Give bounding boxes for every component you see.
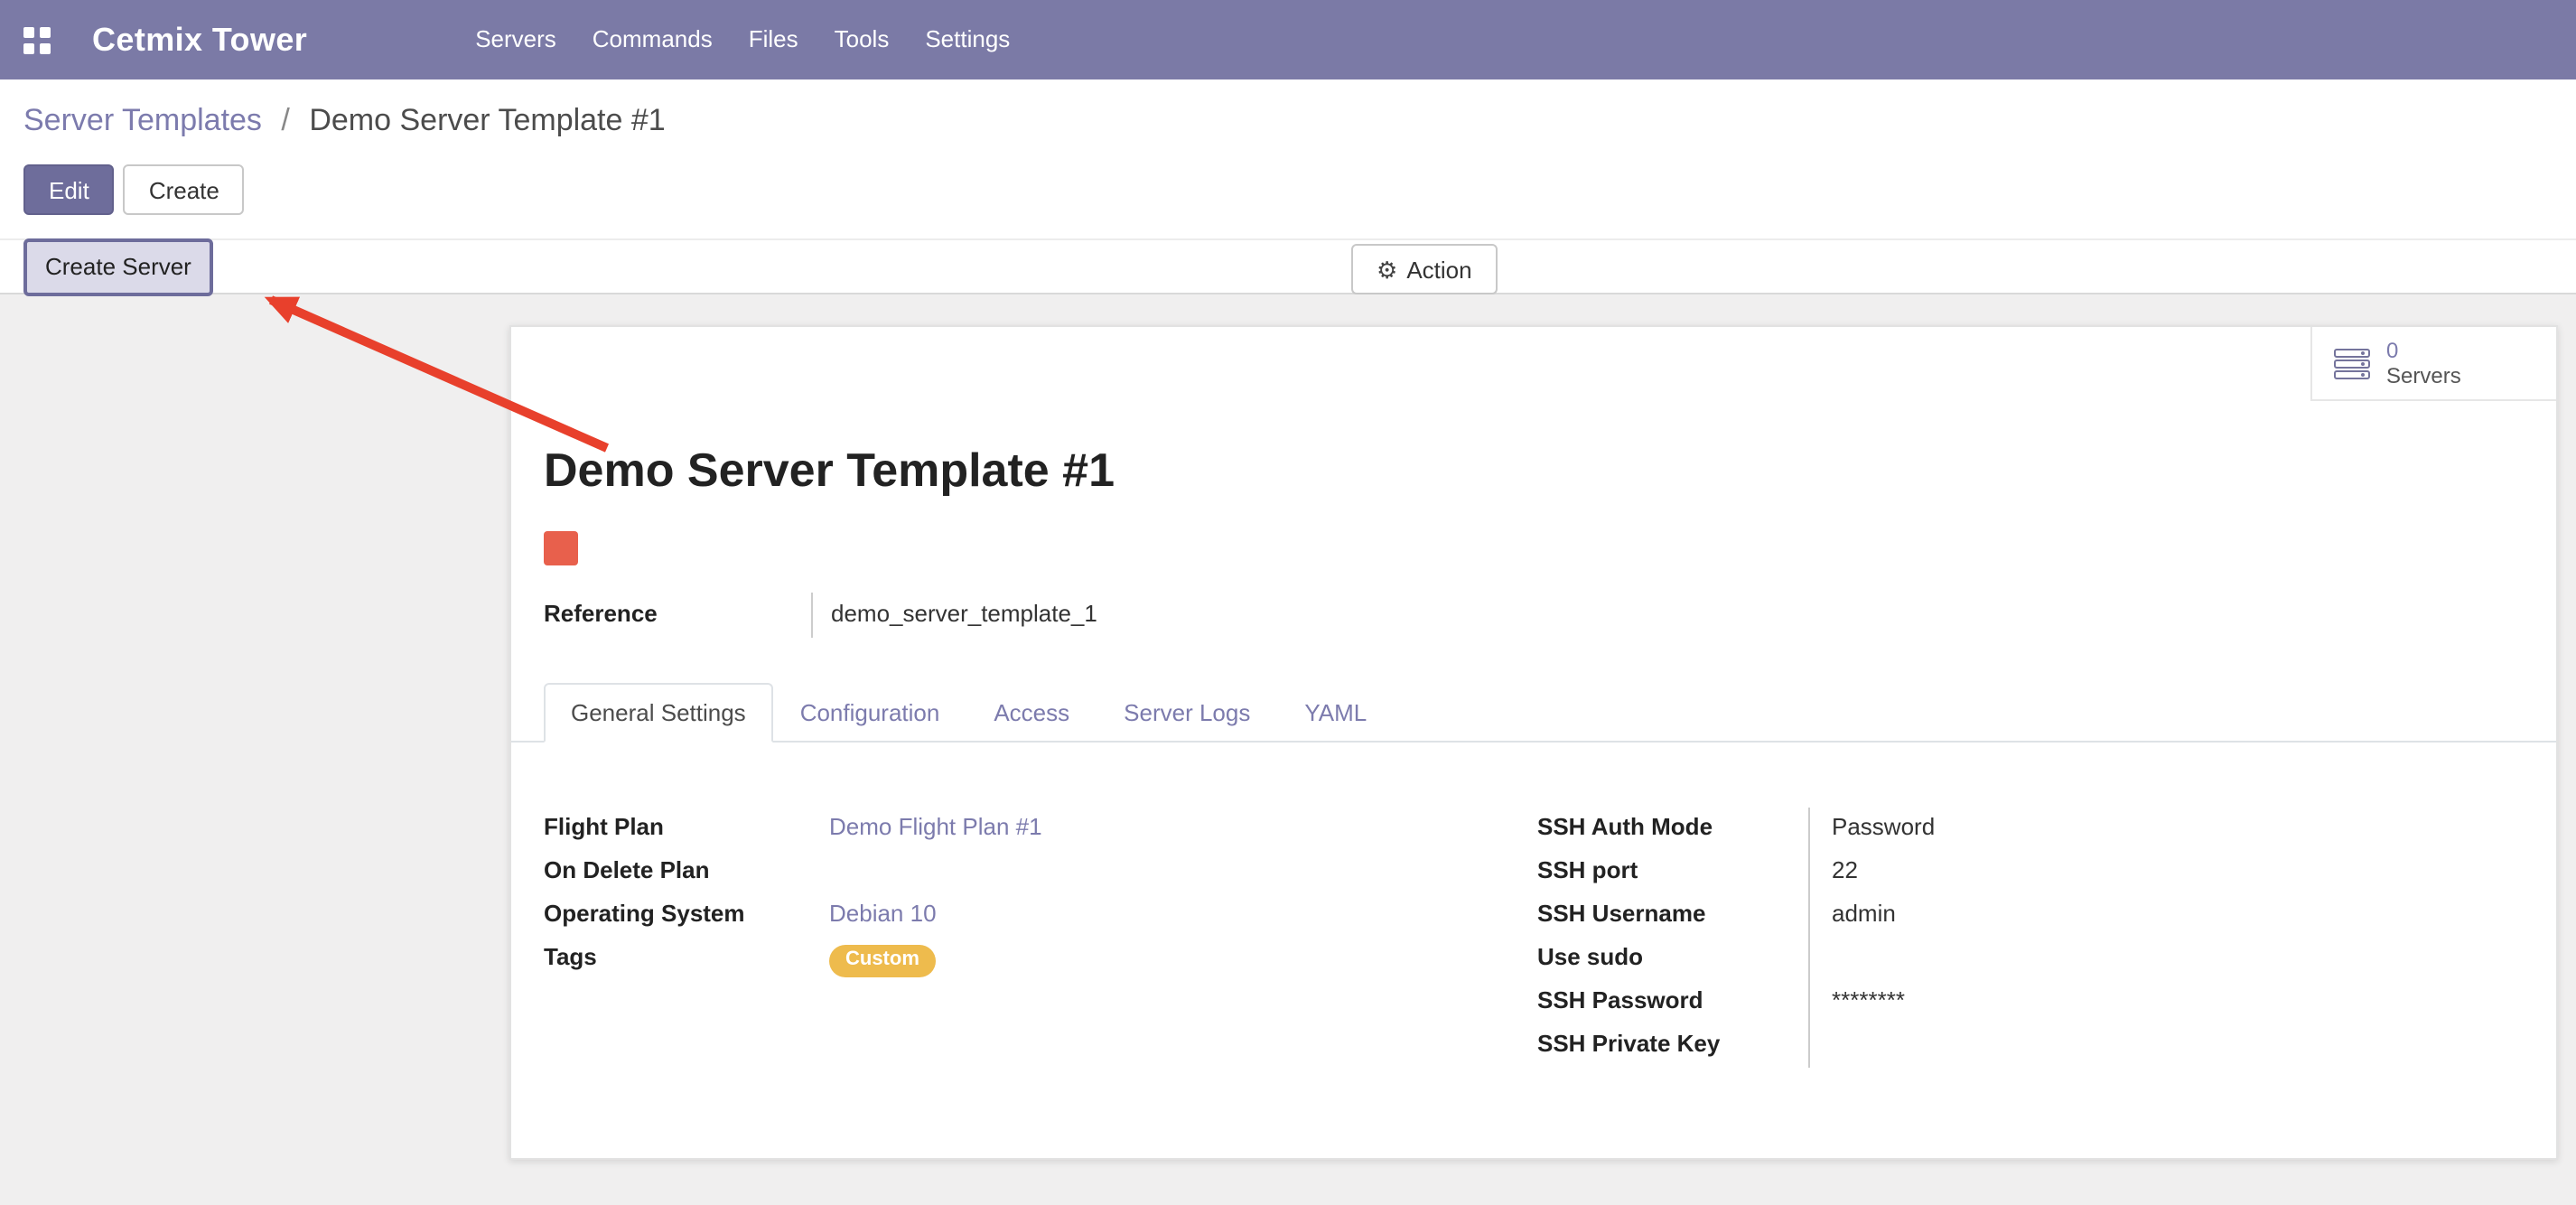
reference-label: Reference (544, 593, 811, 638)
action-button[interactable]: ⚙ Action (1351, 244, 1498, 294)
server-stack-icon (2334, 348, 2370, 378)
reference-value: demo_server_template_1 (811, 593, 2524, 638)
reference-row: Reference demo_server_template_1 (544, 593, 2524, 638)
menu-settings[interactable]: Settings (907, 0, 1028, 79)
tags-value: Custom (829, 938, 1537, 981)
notebook-tabs: General Settings Configuration Access Se… (511, 683, 2556, 743)
on-delete-plan-label: On Delete Plan (544, 851, 829, 894)
ssh-private-key-label: SSH Private Key (1537, 1024, 1808, 1068)
menu-servers[interactable]: Servers (457, 0, 574, 79)
button-row: Edit Create (23, 164, 2576, 215)
grid-icon (23, 26, 50, 53)
ssh-port-label: SSH port (1537, 851, 1808, 894)
top-navbar: Cetmix Tower Servers Commands Files Tool… (0, 0, 2576, 79)
breadcrumb-current: Demo Server Template #1 (309, 103, 665, 137)
ssh-password-value: ******** (1808, 981, 2524, 1024)
menu-tools[interactable]: Tools (817, 0, 908, 79)
servers-stat-button[interactable]: 0 Servers (2310, 327, 2556, 401)
right-field-group: SSH Auth Mode Password SSH port 22 SSH U… (1537, 808, 2524, 1068)
flight-plan-value: Demo Flight Plan #1 (829, 808, 1537, 851)
content-area: 0 Servers Demo Server Template #1 Refere… (0, 325, 2576, 1205)
tab-access[interactable]: Access (966, 683, 1097, 743)
sheet-body: Demo Server Template #1 Reference demo_s… (511, 443, 2556, 1068)
edit-button[interactable]: Edit (23, 164, 115, 215)
field-groups: Flight Plan Demo Flight Plan #1 On Delet… (544, 808, 2524, 1068)
record-title: Demo Server Template #1 (544, 443, 2524, 499)
form-statusbar: Create Server (0, 238, 2576, 293)
servers-count: 0 (2386, 338, 2461, 363)
operating-system-link[interactable]: Debian 10 (829, 900, 937, 927)
color-tag-swatch[interactable] (544, 531, 578, 565)
gear-icon: ⚙ (1377, 257, 1397, 281)
ssh-auth-mode-value: Password (1808, 808, 2524, 851)
ssh-private-key-value (1808, 1024, 2524, 1068)
breadcrumb-separator: / (281, 103, 289, 137)
main-menu: Servers Commands Files Tools Settings (457, 0, 1028, 79)
control-panel: Server Templates / Demo Server Template … (0, 79, 2576, 294)
stat-text: 0 Servers (2386, 338, 2461, 388)
tag-badge-custom: Custom (829, 945, 936, 977)
flight-plan-link[interactable]: Demo Flight Plan #1 (829, 813, 1042, 840)
breadcrumb: Server Templates / Demo Server Template … (0, 79, 2576, 139)
apps-menu-icon[interactable] (16, 0, 56, 79)
menu-commands[interactable]: Commands (574, 0, 731, 79)
tab-general-settings[interactable]: General Settings (544, 683, 773, 743)
action-button-label: Action (1406, 256, 1471, 283)
flight-plan-label: Flight Plan (544, 808, 829, 851)
ssh-username-value: admin (1808, 894, 2524, 938)
ssh-password-label: SSH Password (1537, 981, 1808, 1024)
tags-label: Tags (544, 938, 829, 981)
breadcrumb-parent-link[interactable]: Server Templates (23, 103, 262, 137)
operating-system-label: Operating System (544, 894, 829, 938)
form-sheet: 0 Servers Demo Server Template #1 Refere… (509, 325, 2558, 1160)
menu-files[interactable]: Files (731, 0, 817, 79)
ssh-auth-mode-label: SSH Auth Mode (1537, 808, 1808, 851)
app-root: Cetmix Tower Servers Commands Files Tool… (0, 0, 2576, 1174)
brand-title[interactable]: Cetmix Tower (92, 21, 307, 59)
operating-system-value: Debian 10 (829, 894, 1537, 938)
ssh-port-value: 22 (1808, 851, 2524, 894)
use-sudo-value (1808, 938, 2524, 981)
tab-server-logs[interactable]: Server Logs (1097, 683, 1277, 743)
tab-yaml[interactable]: YAML (1277, 683, 1394, 743)
left-field-group: Flight Plan Demo Flight Plan #1 On Delet… (544, 808, 1537, 1068)
use-sudo-label: Use sudo (1537, 938, 1808, 981)
ssh-username-label: SSH Username (1537, 894, 1808, 938)
create-server-button[interactable]: Create Server (23, 238, 213, 295)
create-button[interactable]: Create (124, 164, 245, 215)
servers-label: Servers (2386, 363, 2461, 388)
on-delete-plan-value (829, 851, 1537, 894)
tab-configuration[interactable]: Configuration (773, 683, 967, 743)
